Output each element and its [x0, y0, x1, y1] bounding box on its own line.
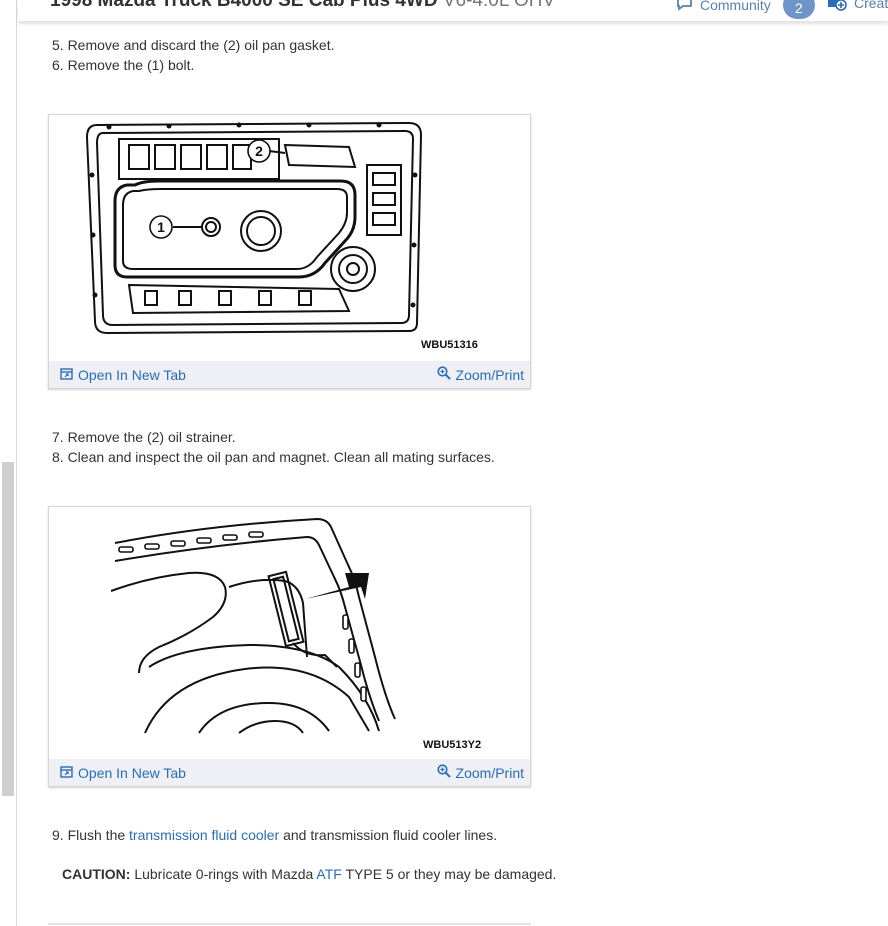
- figure-oil-strainer: WBU513Y2 Open In New Tab Zoom/Print: [48, 506, 531, 787]
- zoom-print-label: Zoom/Print: [455, 764, 524, 781]
- atf-link[interactable]: ATF: [316, 866, 341, 882]
- zoom-print-button[interactable]: Zoom/Print: [436, 764, 524, 781]
- open-in-new-tab-label: Open In New Tab: [78, 764, 186, 781]
- community-button[interactable]: Community 2: [676, 0, 815, 19]
- open-new-tab-icon: [60, 765, 73, 781]
- oil-pan-diagram: 1 2 WBU51316: [49, 115, 530, 361]
- open-new-tab-icon: [60, 367, 73, 383]
- create-button[interactable]: Creat: [826, 0, 888, 14]
- caution-text-end: TYPE 5 or they may be damaged.: [341, 866, 557, 882]
- open-in-new-tab-button[interactable]: Open In New Tab: [60, 367, 186, 383]
- zoom-print-button[interactable]: Zoom/Print: [436, 366, 524, 383]
- figure-toolbar: Open In New Tab Zoom/Print: [49, 361, 530, 388]
- open-in-new-tab-button[interactable]: Open In New Tab: [60, 765, 186, 781]
- open-in-new-tab-label: Open In New Tab: [78, 366, 186, 383]
- community-count-badge: 2: [782, 0, 815, 19]
- zoom-print-label: Zoom/Print: [455, 366, 524, 383]
- scrollbar-thumb[interactable]: [2, 462, 14, 796]
- divider: [48, 923, 531, 925]
- vehicle-header-bar: 1998 Mazda Truck B4000 SE Cab Plus 4WD V…: [18, 0, 888, 22]
- add-document-icon: [826, 0, 848, 14]
- transmission-fluid-cooler-link[interactable]: transmission fluid cooler: [129, 827, 279, 843]
- magnifier-icon: [436, 366, 451, 383]
- figure-oil-pan: 1 2 WBU51316 Open In New Tab Zoom/Print: [48, 114, 531, 389]
- figure-code: WBU51316: [421, 339, 478, 351]
- vehicle-title: 1998 Mazda Truck B4000 SE Cab Plus 4WD V…: [50, 0, 555, 12]
- figure-toolbar: Open In New Tab Zoom/Print: [49, 759, 530, 786]
- chat-bubble-icon: [676, 0, 694, 15]
- callout-1: 1: [157, 219, 165, 235]
- step-9-text-end: and transmission fluid cooler lines.: [279, 827, 498, 843]
- figure-code: WBU513Y2: [423, 739, 482, 751]
- vehicle-title-engine: V6-4.0L OHV: [442, 0, 556, 11]
- caution-note: CAUTION: Lubricate 0-rings with Mazda AT…: [62, 866, 556, 882]
- step-9-text-start: 9. Flush the: [52, 827, 130, 843]
- community-label: Community: [700, 0, 771, 13]
- caution-label: CAUTION:: [62, 866, 131, 882]
- step-7: 7. Remove the (2) oil strainer.: [52, 429, 236, 445]
- step-8: 8. Clean and inspect the oil pan and mag…: [52, 449, 495, 465]
- left-panel-edge: [0, 0, 17, 926]
- magnifier-icon: [436, 764, 451, 781]
- create-label: Creat: [854, 0, 888, 11]
- caution-text-start: Lubricate 0-rings with Mazda: [130, 866, 317, 882]
- step-5: 5. Remove and discard the (2) oil pan ga…: [52, 37, 335, 53]
- callout-2: 2: [255, 143, 263, 159]
- oil-strainer-diagram: WBU513Y2: [49, 507, 530, 759]
- step-6: 6. Remove the (1) bolt.: [52, 57, 195, 73]
- step-9: 9. Flush the transmission fluid cooler a…: [52, 827, 497, 843]
- vehicle-title-model: 1998 Mazda Truck B4000 SE Cab Plus 4WD: [50, 0, 438, 11]
